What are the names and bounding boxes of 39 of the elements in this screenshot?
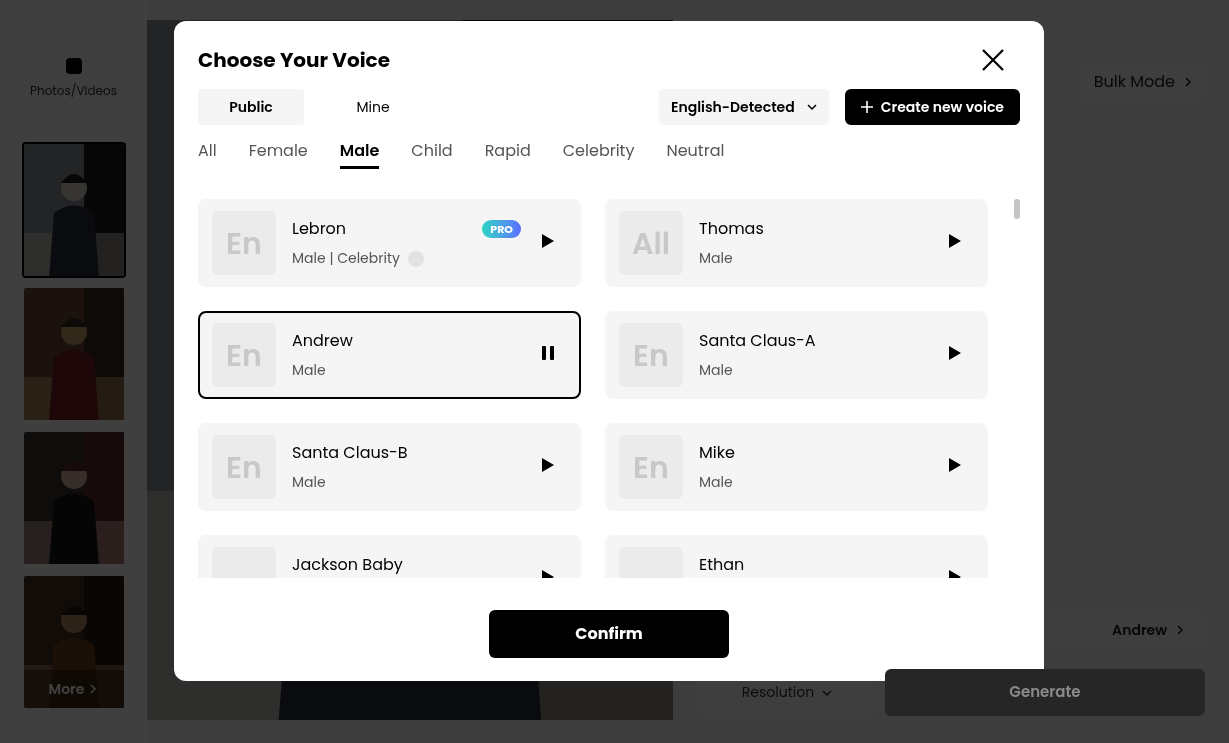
voice-card[interactable]: Ethan [605, 535, 988, 578]
category-tab[interactable]: Neutral [666, 140, 725, 169]
voice-name: Santa Claus-B [292, 443, 408, 463]
play-icon[interactable] [541, 233, 555, 249]
dialog-title: Choose Your Voice [198, 45, 391, 75]
source-tab[interactable]: Public [198, 89, 304, 125]
voice-name: Santa Claus-A [699, 331, 816, 351]
generate-button[interactable]: Generate [885, 669, 1205, 716]
voice-tags: Male [699, 360, 733, 381]
voice-name: Lebron [292, 219, 347, 239]
voice-tags: Male [699, 248, 733, 269]
pause-icon[interactable] [541, 345, 555, 361]
category-tab[interactable]: Male [339, 140, 380, 169]
voice-name: Mike [699, 443, 735, 463]
language-dropdown[interactable]: English-Detected [658, 89, 829, 125]
pro-badge: PRO [482, 219, 521, 239]
category-tab[interactable]: Child [411, 140, 453, 169]
close-icon[interactable] [982, 49, 1004, 71]
play-icon[interactable] [948, 233, 962, 249]
category-tab[interactable]: Female [248, 140, 308, 169]
voice-tags: Male [699, 472, 733, 493]
voice-name: Andrew [292, 331, 353, 351]
voice-tags: Male [292, 360, 326, 381]
play-icon[interactable] [948, 345, 962, 361]
voice-name: Ethan [699, 555, 745, 575]
create-voice-button[interactable]: Create new voice [844, 89, 1020, 125]
voice-card[interactable]: Jackson Baby [198, 535, 581, 578]
voice-tags: Male | Celebrity [292, 248, 400, 269]
confirm-button[interactable]: Confirm [489, 610, 729, 658]
play-icon[interactable] [948, 457, 962, 473]
category-tab[interactable]: Rapid [484, 140, 531, 169]
chevron-down-icon [806, 102, 817, 112]
source-tab[interactable]: Mine [320, 89, 426, 125]
scrollbar[interactable] [1014, 199, 1020, 219]
voice-tags: Male [292, 472, 326, 493]
voice-name: Jackson Baby [292, 555, 403, 575]
category-tab[interactable]: Celebrity [562, 140, 635, 169]
voice-name: Thomas [699, 219, 764, 239]
category-tab[interactable]: All [198, 140, 217, 169]
